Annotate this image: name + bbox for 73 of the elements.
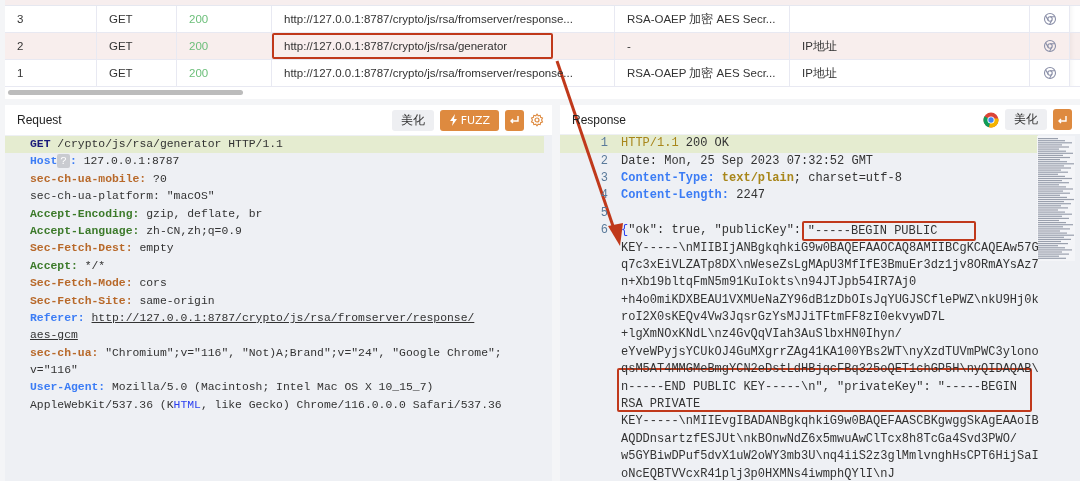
code-line: GET /crypto/js/rsa/generator HTTP/1.1 xyxy=(30,137,283,152)
code-line: Accept-Encoding: gzip, deflate, br xyxy=(30,206,263,222)
table-cell: GET xyxy=(109,13,133,25)
code-minimap[interactable] xyxy=(1037,136,1075,262)
table-cell: http://127.0.0.1:8787/crypto/js/rsa/generator xyxy=(284,40,508,52)
table-cell: GET xyxy=(109,67,133,79)
panel-title: Request xyxy=(17,113,63,127)
browser-icon[interactable] xyxy=(1042,12,1057,26)
code-line: +lgXmNOxKNdL\nz4GvQqVIah3AuSlbxHN0Ihyn/ xyxy=(621,326,902,344)
beautify-button[interactable]: 美化 xyxy=(1005,109,1047,131)
wrap-button[interactable] xyxy=(505,109,524,131)
code-line: Content-Type: text/plain; charset=utf-8 xyxy=(621,169,902,187)
code-line: +h4o0miKDXBEAU1VXMUeNaZY96dB1zDbOIsJqYUGJSCflePWZ\nkU9Hj0k xyxy=(621,291,1039,309)
code-line: Sec-Fetch-Dest: empty xyxy=(30,241,174,257)
table-cell: RSA-OAEP 加密 AES Secr... xyxy=(627,11,776,27)
code-text: { xyxy=(621,223,629,238)
code-line: sec-ch-ua-platform: "macOS" xyxy=(30,189,215,205)
framed-code-text: "-----BEGIN PUBLIC xyxy=(801,221,977,242)
wrap-button[interactable] xyxy=(1053,109,1072,131)
code-line: eYveWPyjsYCUkOJ4GuMXgrrZAg41KA100YBs2WT\nyXzdTUVmPWC3ylono xyxy=(621,343,1039,361)
table-cell: IP地址 xyxy=(802,38,837,54)
code-line: sec-ch-ua-mobile: ?0 xyxy=(30,171,167,187)
code-line: q7c3xEiVLZATp8DX\nWeseZsLgMApU3MfIfE3BmuEr3dz1jv8ORmAYsAz7 xyxy=(621,256,1039,274)
code-line: Sec-Fetch-Site: same-origin xyxy=(30,293,215,309)
table-cell: 1 xyxy=(17,67,24,79)
line-number: 1 xyxy=(599,135,609,153)
code-line: n-----END PUBLIC KEY-----\n", "privateKey": "-----BEGIN xyxy=(621,378,1018,396)
code-line: aes-gcm xyxy=(30,328,78,344)
table-cell: IP地址 xyxy=(802,65,837,81)
table-cell: 3 xyxy=(17,13,24,25)
code-line: roI2X0sKEQv4Vw3JqsrGzYsMJJiTFtmFF8zI0ekvywD7L xyxy=(621,309,946,327)
code-line: Host ? : 127.0.0.1:8787 xyxy=(30,153,180,171)
table-cell: 200 xyxy=(189,67,209,79)
line-number: 5 xyxy=(599,204,609,222)
table-cell: 200 xyxy=(189,40,209,52)
code-line: Accept-Language: zh-CN,zh;q=0.9 xyxy=(30,223,242,239)
code-line: AQDDnsartzfESJUt\nkBOnwNdZ6x5mwuAwClTcx8h8TcGa4Svd3PWO/ xyxy=(621,430,1018,448)
return-icon xyxy=(509,115,520,125)
line-number: 6 xyxy=(599,222,609,240)
request-row[interactable]: 2 GET 200 http://127.0.0.1:8787/crypto/js/rsa/generator - IP地址 xyxy=(5,33,1080,60)
table-cell: 200 xyxy=(189,13,209,25)
code-line: User-Agent: Mozilla/5.0 (Macintosh; Intel Mac OS X 10_15_7) xyxy=(30,380,434,396)
code-line: Referer: http://127.0.0.1:8787/crypto/js/rsa/fromserver/response/ xyxy=(30,310,475,326)
code-line: sec-ch-ua: "Chromium";v="116", "Not)A;Brand";v="24", "Google Chrome"; xyxy=(30,345,502,361)
table-cell: GET xyxy=(109,40,133,52)
browser-icon[interactable] xyxy=(1042,66,1057,80)
beautify-button[interactable]: 美化 xyxy=(391,109,434,131)
line-number: 3 xyxy=(599,169,609,187)
code-line: w5GYBiwDPuf5dvX1uW2oWY3mb3U\nq4iiS2z3glMmlvnghHsCPT6HijSaI xyxy=(621,448,1039,466)
code-line: RSA PRIVATE xyxy=(621,396,701,414)
table-cell: RSA-OAEP 加密 AES Secr... xyxy=(627,65,776,81)
settings-icon[interactable] xyxy=(530,113,544,127)
horizontal-scrollbar[interactable] xyxy=(8,90,243,95)
code-line: v="116" xyxy=(30,363,78,379)
code-line: Accept: */* xyxy=(30,258,106,274)
code-line: AppleWebKit/537.36 (KHTML, like Gecko) Chrome/116.0.0.0 Safari/537.36 xyxy=(30,397,502,413)
line-number: 2 xyxy=(599,152,609,170)
browser-logo-icon[interactable] xyxy=(983,111,999,128)
table-cell: http://127.0.0.1:8787/crypto/js/rsa/fromserver/response... xyxy=(284,13,573,25)
code-line: oNcEQBTVVcxR41plj3p0HXMNs4iwmphQYlI\nJ xyxy=(621,465,895,481)
code-line: n+Xb19bltqFmN5m91KuIokts\n94JTJpb54IR7Aj0 xyxy=(621,274,917,292)
code-line: Content-Length: 2247 xyxy=(621,187,766,205)
code-text: "ok": true, "publicKey": xyxy=(628,223,803,238)
code-line: KEY-----\nMIIEvgIBADANBgkqhkiG9w0BAQEFAASCBKgwggSkAgEAAoIB xyxy=(621,413,1039,431)
browser-icon[interactable] xyxy=(1042,39,1057,53)
code-line: Date: Mon, 25 Sep 2023 07:32:52 GMT xyxy=(621,152,874,170)
code-line: HTTP/1.1 200 OK xyxy=(621,135,730,153)
lightning-icon xyxy=(448,114,458,126)
code-line: Sec-Fetch-Mode: cors xyxy=(30,276,167,292)
table-cell: 2 xyxy=(17,40,24,52)
code-line: KEY-----\nMIIBIjANBgkqhkiG9w0BAQEFAAOCAQ8AMIIBCgKCAQEAw57G xyxy=(621,239,1039,257)
table-cell: - xyxy=(627,40,631,52)
return-icon xyxy=(1057,114,1068,125)
